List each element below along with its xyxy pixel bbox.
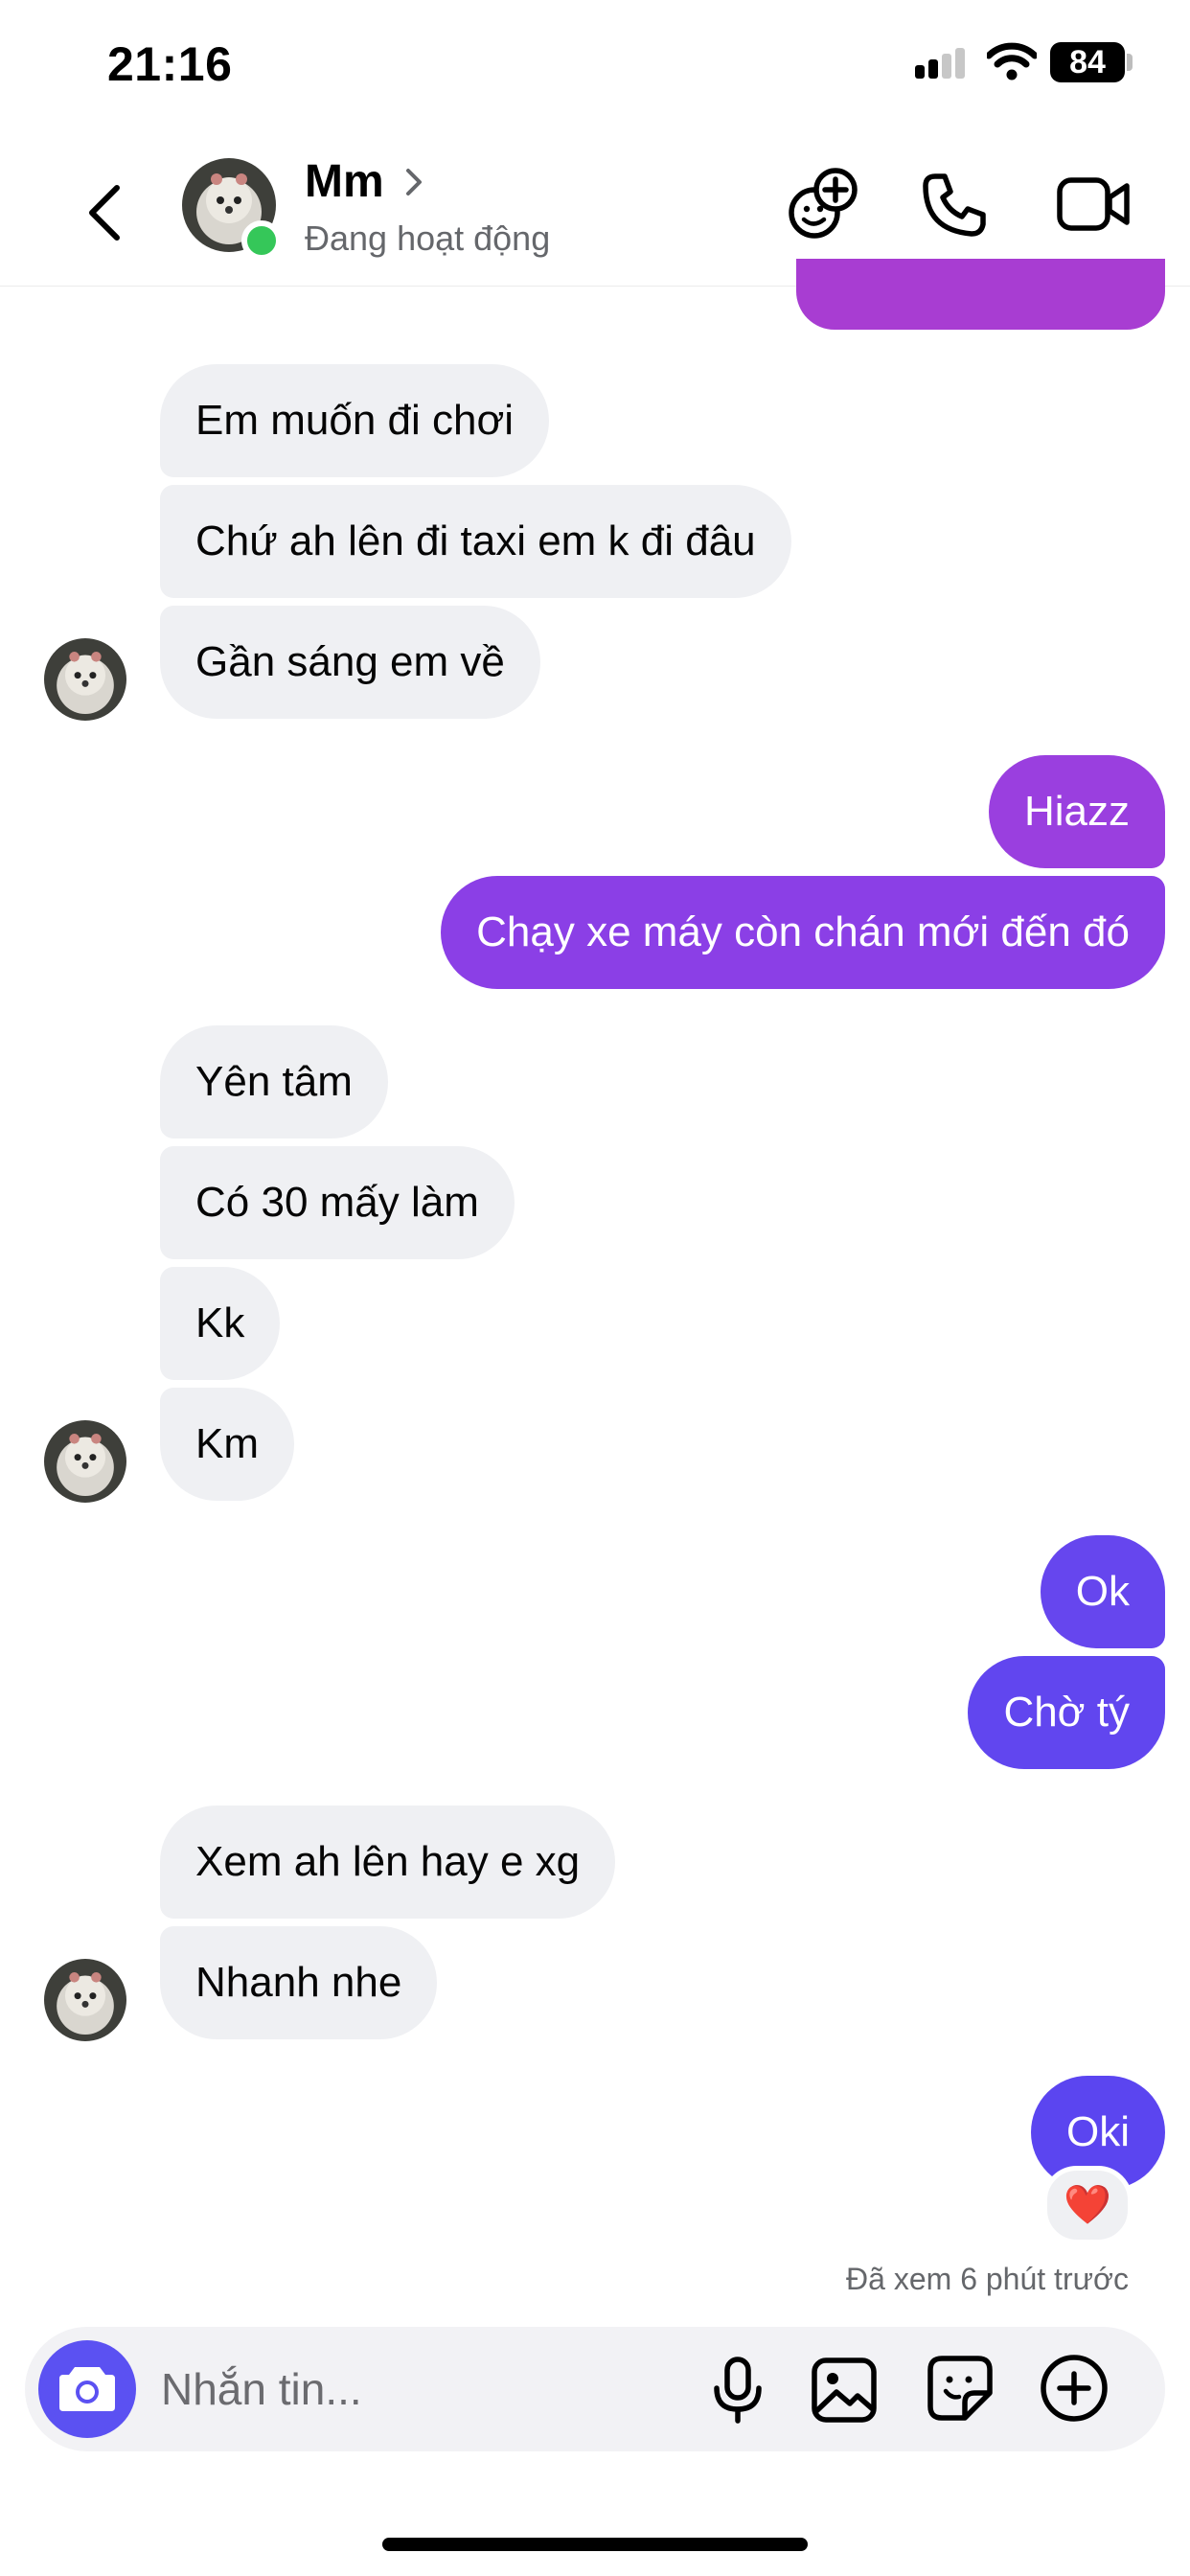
plus-icon[interactable] — [1039, 2353, 1110, 2424]
sender-avatar[interactable] — [44, 638, 126, 721]
wifi-icon — [987, 42, 1037, 80]
chevron-right-icon[interactable] — [400, 163, 429, 201]
incoming-message[interactable]: Nhanh nhe — [160, 1926, 438, 2039]
phone-icon[interactable] — [920, 171, 989, 240]
mic-icon[interactable] — [709, 2356, 767, 2425]
home-indicator[interactable] — [382, 2538, 808, 2551]
camera-icon — [59, 2367, 115, 2411]
incoming-message[interactable]: Yên tâm — [160, 1025, 388, 1138]
contact-name[interactable]: Mm — [305, 155, 384, 208]
incoming-message[interactable]: Kk — [160, 1267, 281, 1380]
avatar-image — [44, 638, 126, 721]
outgoing-message[interactable]: Chạy xe máy còn chán mới đến đó — [441, 876, 1165, 989]
previous-message-bubble[interactable] — [796, 259, 1165, 330]
back-icon[interactable] — [75, 174, 142, 251]
sticker-icon[interactable] — [925, 2353, 995, 2424]
camera-button[interactable] — [38, 2340, 136, 2438]
sender-avatar[interactable] — [44, 1959, 126, 2041]
incoming-message[interactable]: Có 30 mấy làm — [160, 1146, 515, 1259]
contact-activity-status: Đang hoạt động — [305, 218, 551, 258]
online-status-dot — [241, 220, 282, 261]
incoming-message[interactable]: Gần sáng em về — [160, 606, 540, 719]
sender-avatar[interactable] — [44, 1420, 126, 1503]
gallery-icon[interactable] — [810, 2356, 879, 2425]
avatar-image — [44, 1420, 126, 1503]
outgoing-message[interactable]: Ok — [1040, 1535, 1165, 1648]
incoming-message[interactable]: Chứ ah lên đi taxi em k đi đâu — [160, 485, 791, 598]
outgoing-message[interactable]: Chờ tý — [968, 1656, 1165, 1769]
cellular-signal-icon — [915, 48, 965, 79]
battery-indicator: 84 — [1050, 42, 1125, 82]
video-icon[interactable] — [1056, 174, 1133, 234]
effects-icon[interactable] — [786, 165, 862, 245]
incoming-message[interactable]: Em muốn đi chơi — [160, 364, 550, 477]
avatar-image — [44, 1959, 126, 2041]
message-input[interactable] — [161, 2350, 659, 2428]
battery-cap — [1127, 54, 1133, 71]
incoming-message[interactable]: Xem ah lên hay e xg — [160, 1806, 616, 1919]
heart-reaction[interactable]: ❤️ — [1042, 2166, 1133, 2244]
incoming-message[interactable]: Km — [160, 1388, 294, 1501]
seen-status: Đã xem 6 phút trước — [846, 2262, 1129, 2296]
status-time: 21:16 — [107, 37, 233, 91]
outgoing-message[interactable]: Hiazz — [988, 755, 1165, 868]
